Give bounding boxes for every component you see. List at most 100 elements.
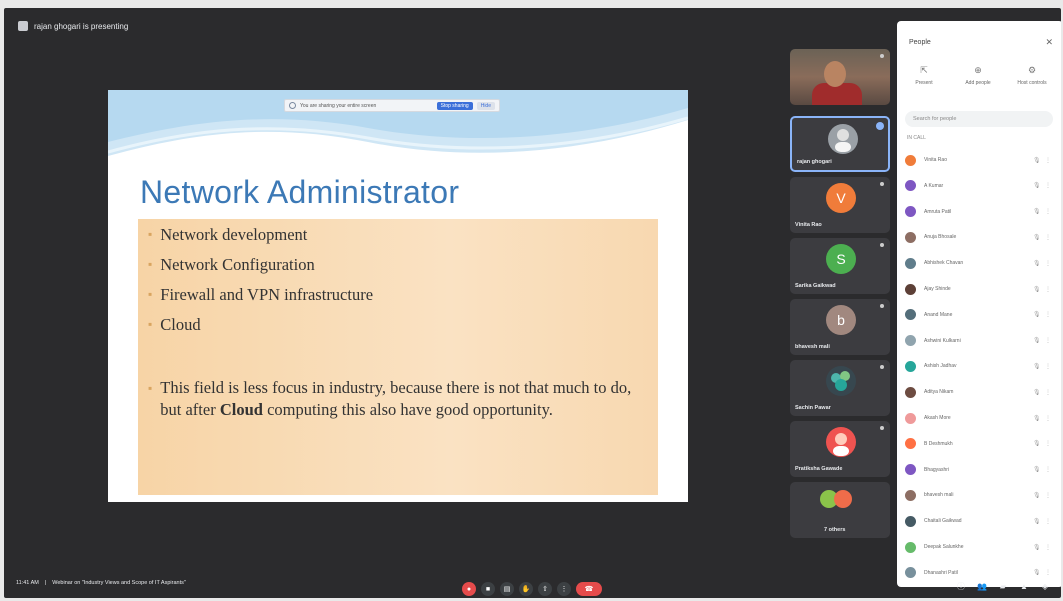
microphone-icon[interactable]: 🎙 [1033,569,1045,576]
participant-tile[interactable]: S Sarika Gaikwad [790,238,890,294]
participant-tile[interactable]: rajan ghogari [790,116,890,172]
microphone-icon[interactable]: 🎙 [1033,260,1045,267]
microphone-icon[interactable]: 🎙 [1033,286,1045,293]
tab-present[interactable]: ⇱ Present [901,65,947,86]
activities-icon[interactable]: ▲ [1019,582,1029,592]
more-icon[interactable]: ⋮ [1045,389,1053,396]
more-icon[interactable]: ⋮ [1045,286,1053,293]
avatar [905,335,916,347]
more-icon[interactable]: ⋮ [1045,337,1053,344]
person-name: Anand Mane [924,311,953,318]
participant-tile[interactable]: Pratiksha Gawade [790,421,890,477]
person-name: Deepak Salunkhe [924,544,964,550]
person-row[interactable]: Chaitali Gaikwad 🎙 ⋮ [905,513,1053,529]
camera-icon[interactable]: ■ [481,582,495,596]
more-icon[interactable]: ⋮ [1045,363,1053,370]
raise-hand-icon[interactable]: ✋ [519,582,533,596]
person-row[interactable]: Anuja Bhosale 🎙 ⋮ [905,229,1053,245]
in-call-label: IN CALL [907,135,926,141]
microphone-icon[interactable]: 🎙 [1033,311,1045,318]
microphone-icon[interactable]: 🎙 [1033,157,1045,164]
person-row[interactable]: Aditya Nikam 🎙 ⋮ [905,384,1053,400]
more-icon[interactable]: ⋮ [1045,182,1053,189]
avatar [905,464,916,476]
present-icon[interactable]: ⇧ [538,582,552,596]
pin-icon[interactable] [880,426,884,430]
more-icon[interactable]: ⋮ [1045,440,1053,447]
chat-icon[interactable]: ▰ [998,582,1008,592]
avatar [905,180,916,192]
microphone-icon[interactable]: 🎙 [1033,415,1045,422]
microphone-icon[interactable]: 🎙 [1033,363,1045,370]
more-icon[interactable]: ⋮ [1045,234,1053,241]
participant-tile[interactable]: b bhavesh mali [790,299,890,355]
hide-notice-button[interactable]: Hide [476,101,495,110]
tab-add-people[interactable]: ⊕ Add people [955,65,1001,86]
person-row[interactable]: Vinita Rao 🎙 ⋮ [905,152,1053,168]
more-icon[interactable]: ⋮ [1045,260,1053,267]
info-icon[interactable]: ⓘ [956,582,966,592]
person-name: Akash More [924,415,951,421]
person-row[interactable]: Ajay Shinde 🎙 ⋮ [905,281,1053,297]
person-row[interactable]: Akash More 🎙 ⋮ [905,410,1053,426]
person-row[interactable]: Ashwini Kulkarni 🎙 ⋮ [905,333,1053,349]
person-row[interactable]: Abhishek Chavan 🎙 ⋮ [905,255,1053,271]
captions-icon[interactable]: ▤ [500,582,514,596]
participant-video-tile[interactable] [790,49,890,105]
lock-icon[interactable]: ◈ [1040,582,1050,592]
avatar: S [826,244,856,274]
microphone-icon[interactable]: ● [462,582,476,596]
more-icon[interactable]: ⋮ [1045,157,1053,164]
pin-icon[interactable] [880,365,884,369]
pin-icon[interactable] [880,243,884,247]
tab-host-controls[interactable]: ⚙ Host controls [1009,65,1055,86]
microphone-icon[interactable]: 🎙 [1033,544,1045,551]
person-row[interactable]: B Deshmukh 🎙 ⋮ [905,436,1053,452]
more-icon[interactable]: ⋮ [1045,311,1053,318]
more-icon[interactable]: ⋮ [1045,466,1053,473]
microphone-icon[interactable]: 🎙 [1033,208,1045,215]
more-icon[interactable]: ⋮ [1045,208,1053,215]
person-row[interactable]: Amruta Patil 🎙 ⋮ [905,204,1053,220]
more-icon[interactable]: ⋮ [1045,492,1053,499]
more-icon[interactable]: ⋮ [1045,518,1053,525]
stop-sharing-button[interactable]: Stop sharing [436,101,473,110]
more-icon[interactable]: ⋮ [1045,415,1053,422]
share-notice-text: You are sharing your entire screen [300,102,377,109]
others-tile[interactable]: 7 others [790,482,890,538]
person-row[interactable]: Deepak Salunkhe 🎙 ⋮ [905,539,1053,555]
participant-name: Sachin Pawar [795,405,831,411]
more-icon[interactable]: ⋮ [557,582,571,596]
person-row[interactable]: Anand Mane 🎙 ⋮ [905,307,1053,323]
participant-name: Pratiksha Gawade [795,466,843,472]
more-icon[interactable]: ⋮ [1045,544,1053,551]
microphone-icon[interactable]: 🎙 [1033,234,1045,241]
close-icon[interactable]: ✕ [1045,37,1053,48]
pin-icon[interactable] [880,304,884,308]
avatar [826,427,856,457]
microphone-icon[interactable]: 🎙 [1033,440,1045,447]
participant-tile[interactable]: V Vinita Rao [790,177,890,233]
microphone-icon[interactable]: 🎙 [1033,389,1045,396]
microphone-icon[interactable]: 🎙 [1033,182,1045,189]
person-name: Chaitali Gaikwad [924,518,962,525]
microphone-icon[interactable]: 🎙 [1033,492,1045,499]
microphone-icon[interactable]: 🎙 [1033,518,1045,525]
person-row[interactable]: Bhagyashri 🎙 ⋮ [905,462,1053,478]
person-row[interactable]: Dhanashri Patil 🎙 ⋮ [905,565,1053,581]
participant-tile[interactable]: Sachin Pawar [790,360,890,416]
person-row[interactable]: bhavesh mali 🎙 ⋮ [905,487,1053,503]
person-row[interactable]: A Kumar 🎙 ⋮ [905,178,1053,194]
pin-icon[interactable] [880,182,884,186]
microphone-icon[interactable]: 🎙 [1033,337,1045,344]
host-controls-icon: ⚙ [1027,65,1037,75]
more-icon[interactable]: ⋮ [1045,569,1053,576]
people-icon[interactable]: 👥 [977,582,987,592]
search-input[interactable]: Search for people [905,111,1053,127]
meeting-details[interactable]: 11:41 AM | Webinar on "Industry Views an… [16,580,186,586]
avatar [905,412,916,424]
microphone-icon[interactable]: 🎙 [1033,466,1045,473]
person-row[interactable]: Ashish Jadhav 🎙 ⋮ [905,358,1053,374]
end-call-icon[interactable]: ☎ [576,582,602,596]
pin-icon[interactable] [880,54,884,58]
